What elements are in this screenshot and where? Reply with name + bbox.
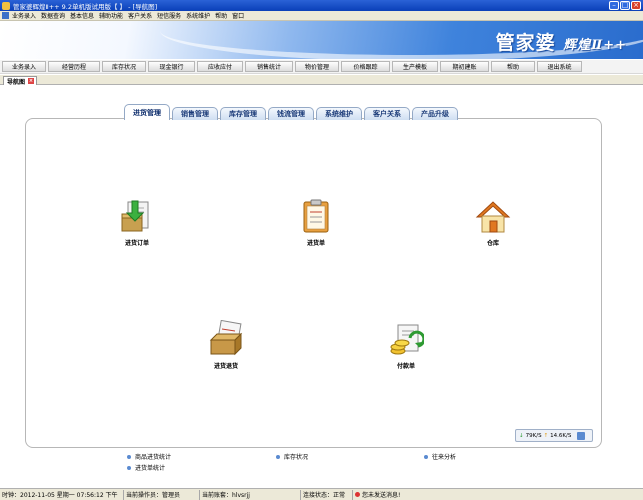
status-account: 当前账套：hlvsrjj <box>200 489 301 500</box>
nav-price-mgmt-button[interactable]: 物价管理 <box>295 61 339 72</box>
tab-cashflow[interactable]: 钱流管理 <box>268 107 314 120</box>
menu-item-help[interactable]: 帮助 <box>215 11 227 20</box>
nav-help-button[interactable]: 帮助 <box>491 61 535 72</box>
nav-sales-stats-button[interactable]: 销售统计 <box>245 61 293 72</box>
document-tab-bar: 导航图 × <box>0 75 643 86</box>
menu-item-aux[interactable]: 辅助功能 <box>99 11 123 20</box>
menu-item-system[interactable]: 系统维护 <box>186 11 210 20</box>
close-icon[interactable]: × <box>28 78 35 84</box>
nav-opening-button[interactable]: 期初建账 <box>440 61 489 72</box>
purchase-slip-shortcut[interactable]: 进货单 <box>300 199 332 247</box>
brand-banner: 管家婆 辉煌Ⅱ++ <box>0 21 643 59</box>
upload-speed: 14.6K/S <box>550 432 572 439</box>
network-icon[interactable] <box>577 431 586 440</box>
payment-label: 付款单 <box>396 363 415 370</box>
warehouse-shortcut[interactable]: 仓库 <box>474 199 512 247</box>
nav-toolbar: 业务录入 经营历程 库存状况 现金银行 应收应付 销售统计 物价管理 价格跟踪 … <box>0 60 643 74</box>
close-button[interactable]: × <box>631 1 641 10</box>
purchase-order-label: 进货订单 <box>124 240 149 247</box>
maximize-button[interactable]: □ <box>620 1 630 10</box>
purchase-slip-label: 进货单 <box>306 240 325 247</box>
status-message[interactable]: 您未发送消息! <box>353 490 413 500</box>
link-purchase-stats[interactable]: 商品进货统计 <box>127 452 171 461</box>
link-stock-status[interactable]: 库存状况 <box>276 452 308 461</box>
nav-stock-button[interactable]: 库存状况 <box>102 61 146 72</box>
return-box-icon <box>209 320 243 356</box>
menu-app-icon <box>2 12 9 19</box>
module-tabs: 进货管理 销售管理 库存管理 钱流管理 系统维护 客户关系 产品升级 <box>124 104 458 120</box>
tab-sales[interactable]: 销售管理 <box>172 107 218 120</box>
nav-price-track-button[interactable]: 价格跟踪 <box>341 61 390 72</box>
menu-item-sms[interactable]: 短信服务 <box>157 11 181 20</box>
minimize-button[interactable]: – <box>609 1 619 10</box>
brand-logo: 管家婆 辉煌Ⅱ++ <box>495 32 627 54</box>
status-clock: 时钟：2012-11-05 星期一 07:56:12 下午 <box>0 489 124 500</box>
menu-item-window[interactable]: 窗口 <box>232 11 244 20</box>
network-speed-widget: ↓ 79K/S ↑ 14.6K/S <box>515 429 593 442</box>
purchase-return-label: 进货退货 <box>213 363 238 370</box>
menu-item-query[interactable]: 数据查询 <box>41 11 65 20</box>
menu-item-basic-info[interactable]: 基本信息 <box>70 11 94 20</box>
tab-crm[interactable]: 客户关系 <box>364 107 410 120</box>
bullet-icon <box>127 465 131 470</box>
nav-production-button[interactable]: 生产模板 <box>392 61 438 72</box>
bullet-icon <box>127 454 131 459</box>
nav-history-button[interactable]: 经营历程 <box>48 61 100 72</box>
payment-icon <box>390 324 424 355</box>
window-title: 管家婆辉煌Ⅱ++ 9.2单机版试用版【 】 - [导航图] <box>13 2 158 11</box>
navigation-panel <box>25 118 602 448</box>
menu-bar: 业务录入 数据查询 基本信息 辅助功能 客户关系 短信服务 系统维护 帮助 窗口 <box>0 11 643 21</box>
clipboard-icon <box>303 199 329 233</box>
doc-tab-navigation[interactable]: 导航图 × <box>3 76 37 86</box>
link-account-analysis[interactable]: 往来分析 <box>424 452 456 461</box>
payment-shortcut[interactable]: 付款单 <box>388 322 424 370</box>
house-icon <box>475 201 511 233</box>
bullet-icon <box>276 454 280 459</box>
nav-exit-button[interactable]: 退出系统 <box>537 61 582 72</box>
status-operator: 当前操作员：管理员 <box>124 489 200 500</box>
nav-receivable-button[interactable]: 应收应付 <box>197 61 243 72</box>
purchase-return-shortcut[interactable]: 进货退货 <box>207 320 245 370</box>
purchase-order-shortcut[interactable]: 进货订单 <box>118 199 156 247</box>
tab-inventory[interactable]: 库存管理 <box>220 107 266 120</box>
upload-arrow-icon: ↑ <box>543 432 549 439</box>
nav-entry-button[interactable]: 业务录入 <box>2 61 46 72</box>
message-icon <box>355 492 360 497</box>
app-icon <box>2 1 10 10</box>
menu-item-crm[interactable]: 客户关系 <box>128 11 152 20</box>
title-bar: 管家婆辉煌Ⅱ++ 9.2单机版试用版【 】 - [导航图] – □ × <box>0 0 643 11</box>
nav-cash-button[interactable]: 现金银行 <box>148 61 195 72</box>
download-arrow-icon: ↓ <box>519 432 524 439</box>
tab-purchase[interactable]: 进货管理 <box>124 104 170 120</box>
tab-system[interactable]: 系统维护 <box>316 107 362 120</box>
bullet-icon <box>424 454 428 459</box>
download-speed: 79K/S <box>525 432 542 439</box>
status-bar: 时钟：2012-11-05 星期一 07:56:12 下午 当前操作员：管理员 … <box>0 488 643 500</box>
purchase-order-icon <box>121 200 149 232</box>
warehouse-label: 仓库 <box>486 240 499 247</box>
tab-upgrade[interactable]: 产品升级 <box>412 107 458 120</box>
menu-item-entry[interactable]: 业务录入 <box>12 11 36 20</box>
link-purchase-slip-stats[interactable]: 进货单统计 <box>127 463 165 472</box>
status-connection: 连接状态：正常 <box>301 489 353 500</box>
window-controls: – □ × <box>609 1 641 10</box>
